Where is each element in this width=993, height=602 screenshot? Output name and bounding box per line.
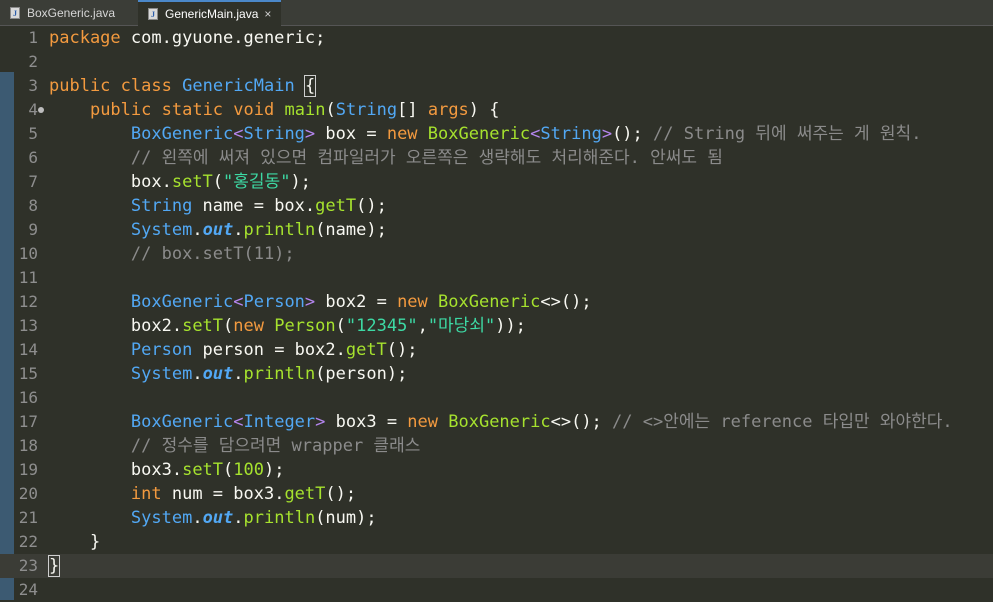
close-icon[interactable]: × bbox=[264, 7, 271, 21]
matched-bracket: } bbox=[47, 555, 61, 577]
line-number: 13 bbox=[18, 316, 38, 335]
code-line-9: 9 System.out.println(name); bbox=[0, 218, 993, 242]
line-number: 2 bbox=[28, 52, 38, 71]
tab-boxgeneric-java[interactable]: J BoxGeneric.java bbox=[0, 0, 138, 26]
code-line-20: 20 int num = box3.getT(); bbox=[0, 482, 993, 506]
line-number: 10 bbox=[18, 244, 38, 263]
code-line-24: 24 bbox=[0, 578, 993, 602]
line-number: 5 bbox=[28, 124, 38, 143]
code-line-17: 17 BoxGeneric<Integer> box3 = new BoxGen… bbox=[0, 410, 993, 434]
code-line-15: 15 System.out.println(person); bbox=[0, 362, 993, 386]
line-number: 15 bbox=[18, 364, 38, 383]
line-number: 22 bbox=[18, 532, 38, 551]
code-line-11: 11 bbox=[0, 266, 993, 290]
code-line-13: 13 box2.setT(new Person("12345","마당쇠")); bbox=[0, 314, 993, 338]
java-file-icon: J bbox=[10, 7, 20, 19]
line-number: 3 bbox=[28, 76, 38, 95]
code-line-6: 6 // 왼쪽에 써져 있으면 컴파일러가 오른쪽은 생략해도 처리해준다. 안… bbox=[0, 146, 993, 170]
editor-tab-bar: J BoxGeneric.java J GenericMain.java × bbox=[0, 0, 993, 26]
code-line-5: 5 BoxGeneric<String> box = new BoxGeneri… bbox=[0, 122, 993, 146]
line-number: 7 bbox=[28, 172, 38, 191]
code-line-19: 19 box3.setT(100); bbox=[0, 458, 993, 482]
code-line-1: 1 package com.gyuone.generic; bbox=[0, 26, 993, 50]
tab-genericmain-java[interactable]: J GenericMain.java × bbox=[138, 0, 281, 26]
fold-marker-icon[interactable] bbox=[38, 107, 44, 113]
line-number: 9 bbox=[28, 220, 38, 239]
code-line-2: 2 bbox=[0, 50, 993, 74]
line-number: 14 bbox=[18, 340, 38, 359]
code-line-4: 4 public static void main(String[] args)… bbox=[0, 98, 993, 122]
line-number: 23 bbox=[18, 556, 38, 575]
code-line-21: 21 System.out.println(num); bbox=[0, 506, 993, 530]
line-number: 11 bbox=[18, 268, 38, 287]
code-line-23-current: 23 } bbox=[0, 554, 993, 578]
code-line-12: 12 BoxGeneric<Person> box2 = new BoxGene… bbox=[0, 290, 993, 314]
code-line-16: 16 bbox=[0, 386, 993, 410]
code-line-22: 22 } bbox=[0, 530, 993, 554]
code-editor[interactable]: 1 package com.gyuone.generic; 2 3 public… bbox=[0, 26, 993, 600]
line-number: 4 bbox=[28, 100, 38, 119]
line-number: 19 bbox=[18, 460, 38, 479]
line-number: 12 bbox=[18, 292, 38, 311]
matched-bracket: { bbox=[303, 75, 317, 97]
line-number: 21 bbox=[18, 508, 38, 527]
code-line-7: 7 box.setT("홍길동"); bbox=[0, 170, 993, 194]
line-number: 17 bbox=[18, 412, 38, 431]
line-number: 16 bbox=[18, 388, 38, 407]
line-number: 6 bbox=[28, 148, 38, 167]
line-number: 20 bbox=[18, 484, 38, 503]
line-number: 8 bbox=[28, 196, 38, 215]
line-number: 24 bbox=[18, 580, 38, 599]
code-line-18: 18 // 정수를 담으려면 wrapper 클래스 bbox=[0, 434, 993, 458]
code-line-3: 3 public class GenericMain { bbox=[0, 74, 993, 98]
code-line-10: 10 // box.setT(11); bbox=[0, 242, 993, 266]
line-number: 18 bbox=[18, 436, 38, 455]
tab-label: GenericMain.java bbox=[165, 7, 259, 21]
code-line-14: 14 Person person = box2.getT(); bbox=[0, 338, 993, 362]
line-number: 1 bbox=[28, 28, 38, 47]
java-file-icon: J bbox=[148, 8, 158, 20]
tab-label: BoxGeneric.java bbox=[27, 6, 116, 20]
code-line-8: 8 String name = box.getT(); bbox=[0, 194, 993, 218]
